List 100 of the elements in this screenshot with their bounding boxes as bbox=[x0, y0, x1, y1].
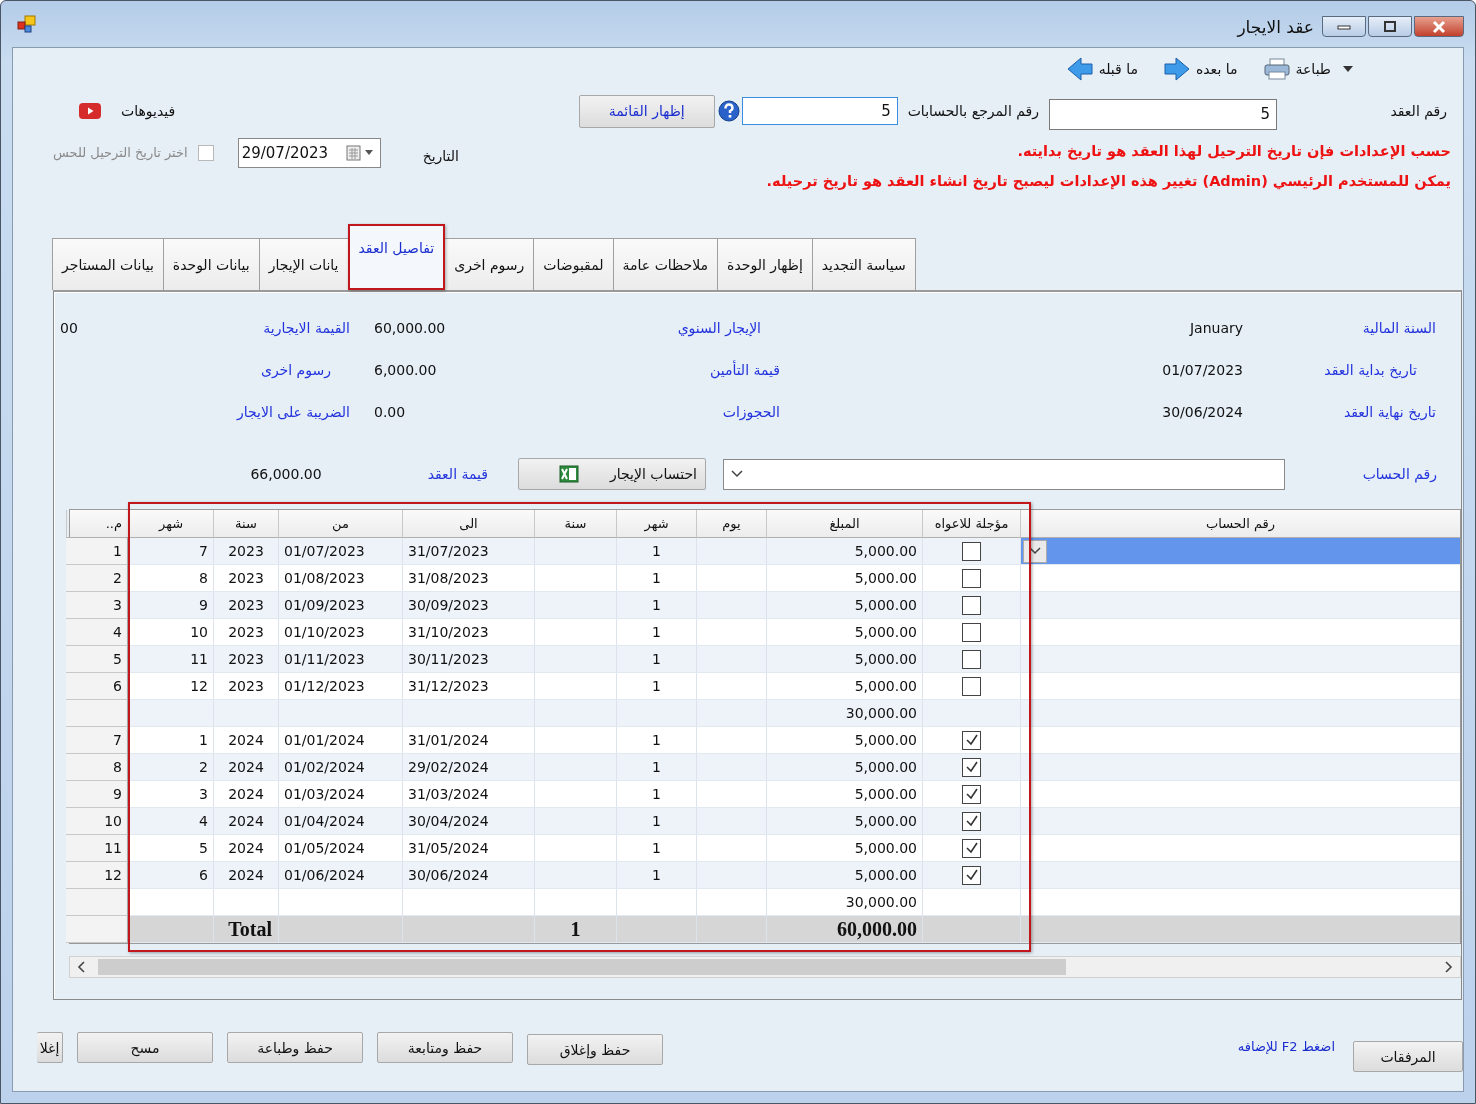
table-cell bbox=[696, 565, 766, 592]
app-icon bbox=[17, 15, 37, 33]
table-cell: 01/12/2023 bbox=[278, 673, 402, 700]
table-cell: 01/02/2024 bbox=[278, 754, 402, 781]
checkbox[interactable] bbox=[962, 568, 981, 588]
table-cell bbox=[213, 700, 278, 727]
dropdown-button[interactable] bbox=[1023, 539, 1047, 563]
checkbox[interactable] bbox=[962, 595, 981, 615]
close-button[interactable] bbox=[1414, 16, 1464, 37]
table-cell: 60,000.00 bbox=[766, 916, 922, 943]
date-label: التاريخ bbox=[422, 148, 459, 164]
show-list-button[interactable]: إظهار القائمة bbox=[578, 94, 715, 128]
tab[interactable]: لمقبوضات bbox=[533, 238, 614, 290]
table-cell: 01/11/2023 bbox=[278, 646, 402, 673]
right-arrow-icon bbox=[1163, 57, 1190, 81]
add-hint-link[interactable]: اضغط F2 للإضافه bbox=[1237, 1039, 1335, 1054]
table-cell: 11 bbox=[128, 646, 213, 673]
table-cell: 1 bbox=[616, 754, 696, 781]
footer-button[interactable]: إغلا bbox=[37, 1032, 63, 1063]
print-button[interactable]: طباعة bbox=[1263, 58, 1353, 80]
field-label: رسوم اخرى bbox=[259, 362, 332, 378]
table-cell: 01/01/2024 bbox=[278, 727, 402, 754]
spreadsheet-icon bbox=[559, 465, 579, 483]
row-header: 2 bbox=[66, 565, 128, 592]
table-cell: 1 bbox=[616, 727, 696, 754]
row-header: 1 bbox=[66, 538, 128, 565]
maximize-button[interactable] bbox=[1368, 16, 1412, 37]
checkbox[interactable] bbox=[962, 757, 981, 777]
checkbox[interactable] bbox=[962, 730, 981, 750]
table-cell bbox=[696, 673, 766, 700]
checkbox[interactable] bbox=[962, 811, 981, 831]
warning-note: حسب الإعدادات فإن تاريخ الترحيل لهذا العقد هو تاريخ بدايته. bbox=[1016, 142, 1451, 162]
table-cell bbox=[696, 754, 766, 781]
checkbox[interactable] bbox=[962, 676, 981, 696]
warning-note: يمكن للمستخدم الرئيسي (Admin) تغيير هذه الإعدادات ليصبح تاريخ انشاء العقد هو تاريخ ترحيله. bbox=[765, 172, 1451, 192]
help-icon[interactable] bbox=[717, 100, 740, 122]
chevron-down-icon bbox=[730, 469, 744, 479]
row-header: 7 bbox=[66, 727, 128, 754]
selected-cell[interactable] bbox=[1020, 538, 1460, 565]
table-cell bbox=[696, 781, 766, 808]
tab[interactable]: ملاحظات عامة bbox=[612, 238, 719, 290]
table-cell: 5,000.00 bbox=[766, 781, 922, 808]
video-play-icon[interactable] bbox=[79, 103, 101, 119]
checkbox[interactable] bbox=[962, 838, 981, 858]
table-cell: 5,000.00 bbox=[766, 754, 922, 781]
table-cell: 1 bbox=[616, 646, 696, 673]
table-cell: 5,000.00 bbox=[766, 592, 922, 619]
footer-button[interactable]: حفظ وإغلاق bbox=[527, 1034, 663, 1065]
field-label: السنة المالية bbox=[1361, 320, 1436, 336]
scrollbar-thumb[interactable] bbox=[98, 959, 1066, 975]
table-cell: 1 bbox=[616, 673, 696, 700]
table-cell: 01/04/2024 bbox=[278, 808, 402, 835]
table-cell: 5,000.00 bbox=[766, 538, 922, 565]
tab[interactable]: بيانات الوحدة bbox=[162, 238, 260, 290]
table-cell: 2023 bbox=[213, 565, 278, 592]
tab[interactable]: إظهار الوحدة bbox=[717, 238, 813, 290]
reference-number-field[interactable]: 5 bbox=[741, 97, 898, 125]
minimize-button[interactable] bbox=[1322, 16, 1366, 37]
caret-icon bbox=[1343, 65, 1353, 73]
tab[interactable]: بيانات المستاجر bbox=[52, 238, 164, 290]
table-cell: 5,000.00 bbox=[766, 565, 922, 592]
table-cell: 7 bbox=[128, 538, 213, 565]
contract-number-field[interactable]: 5 bbox=[1049, 98, 1277, 130]
tab[interactable]: يانات الإيجار bbox=[258, 238, 349, 290]
chevron-down-icon bbox=[1028, 546, 1042, 556]
table-cell: 6 bbox=[128, 862, 213, 889]
previous-button[interactable]: ما قبله bbox=[1066, 57, 1144, 81]
row-header: 12 bbox=[66, 862, 128, 889]
window-title: عقد الايجار bbox=[1237, 17, 1314, 37]
row-header: 8 bbox=[66, 754, 128, 781]
table-cell bbox=[696, 835, 766, 862]
account-combo[interactable] bbox=[723, 458, 1285, 490]
table-cell: 1 bbox=[616, 862, 696, 889]
date-field[interactable]: 29/07/2023 bbox=[237, 138, 381, 168]
table-cell: 30,000.00 bbox=[766, 700, 922, 727]
next-button[interactable]: ما بعده bbox=[1163, 57, 1244, 81]
checkbox[interactable] bbox=[962, 649, 981, 669]
row-header: 3 bbox=[66, 592, 128, 619]
table-cell: 1 bbox=[616, 592, 696, 619]
checkbox[interactable] bbox=[962, 784, 981, 804]
table-cell: 2024 bbox=[213, 781, 278, 808]
table-cell: 5,000.00 bbox=[766, 727, 922, 754]
calculate-rent-button[interactable]: احتساب الإيجار bbox=[518, 458, 706, 490]
checkbox[interactable] bbox=[962, 541, 981, 561]
videos-label: فيديوهات bbox=[121, 103, 176, 119]
footer-button[interactable]: حفظ وطباعة bbox=[227, 1032, 363, 1063]
footer-button[interactable]: حفظ ومتابعة bbox=[377, 1032, 513, 1063]
tab[interactable]: سياسة التجديد bbox=[811, 238, 916, 290]
checkbox[interactable] bbox=[962, 622, 981, 642]
tab[interactable]: رسوم اخرى bbox=[444, 238, 535, 290]
table-cell: 31/05/2024 bbox=[402, 835, 534, 862]
footer-button[interactable]: مسح bbox=[77, 1032, 213, 1063]
tab[interactable]: تفاصيل العقد bbox=[347, 224, 446, 290]
row-header: 9 bbox=[66, 781, 128, 808]
field-value: January bbox=[1189, 320, 1243, 336]
field-value: 30/06/2024 bbox=[1162, 404, 1243, 420]
horizontal-scrollbar[interactable] bbox=[69, 956, 1461, 978]
table-cell: 5,000.00 bbox=[766, 646, 922, 673]
attachments-button[interactable]: المرفقات bbox=[1353, 1041, 1463, 1072]
checkbox[interactable] bbox=[962, 865, 981, 885]
